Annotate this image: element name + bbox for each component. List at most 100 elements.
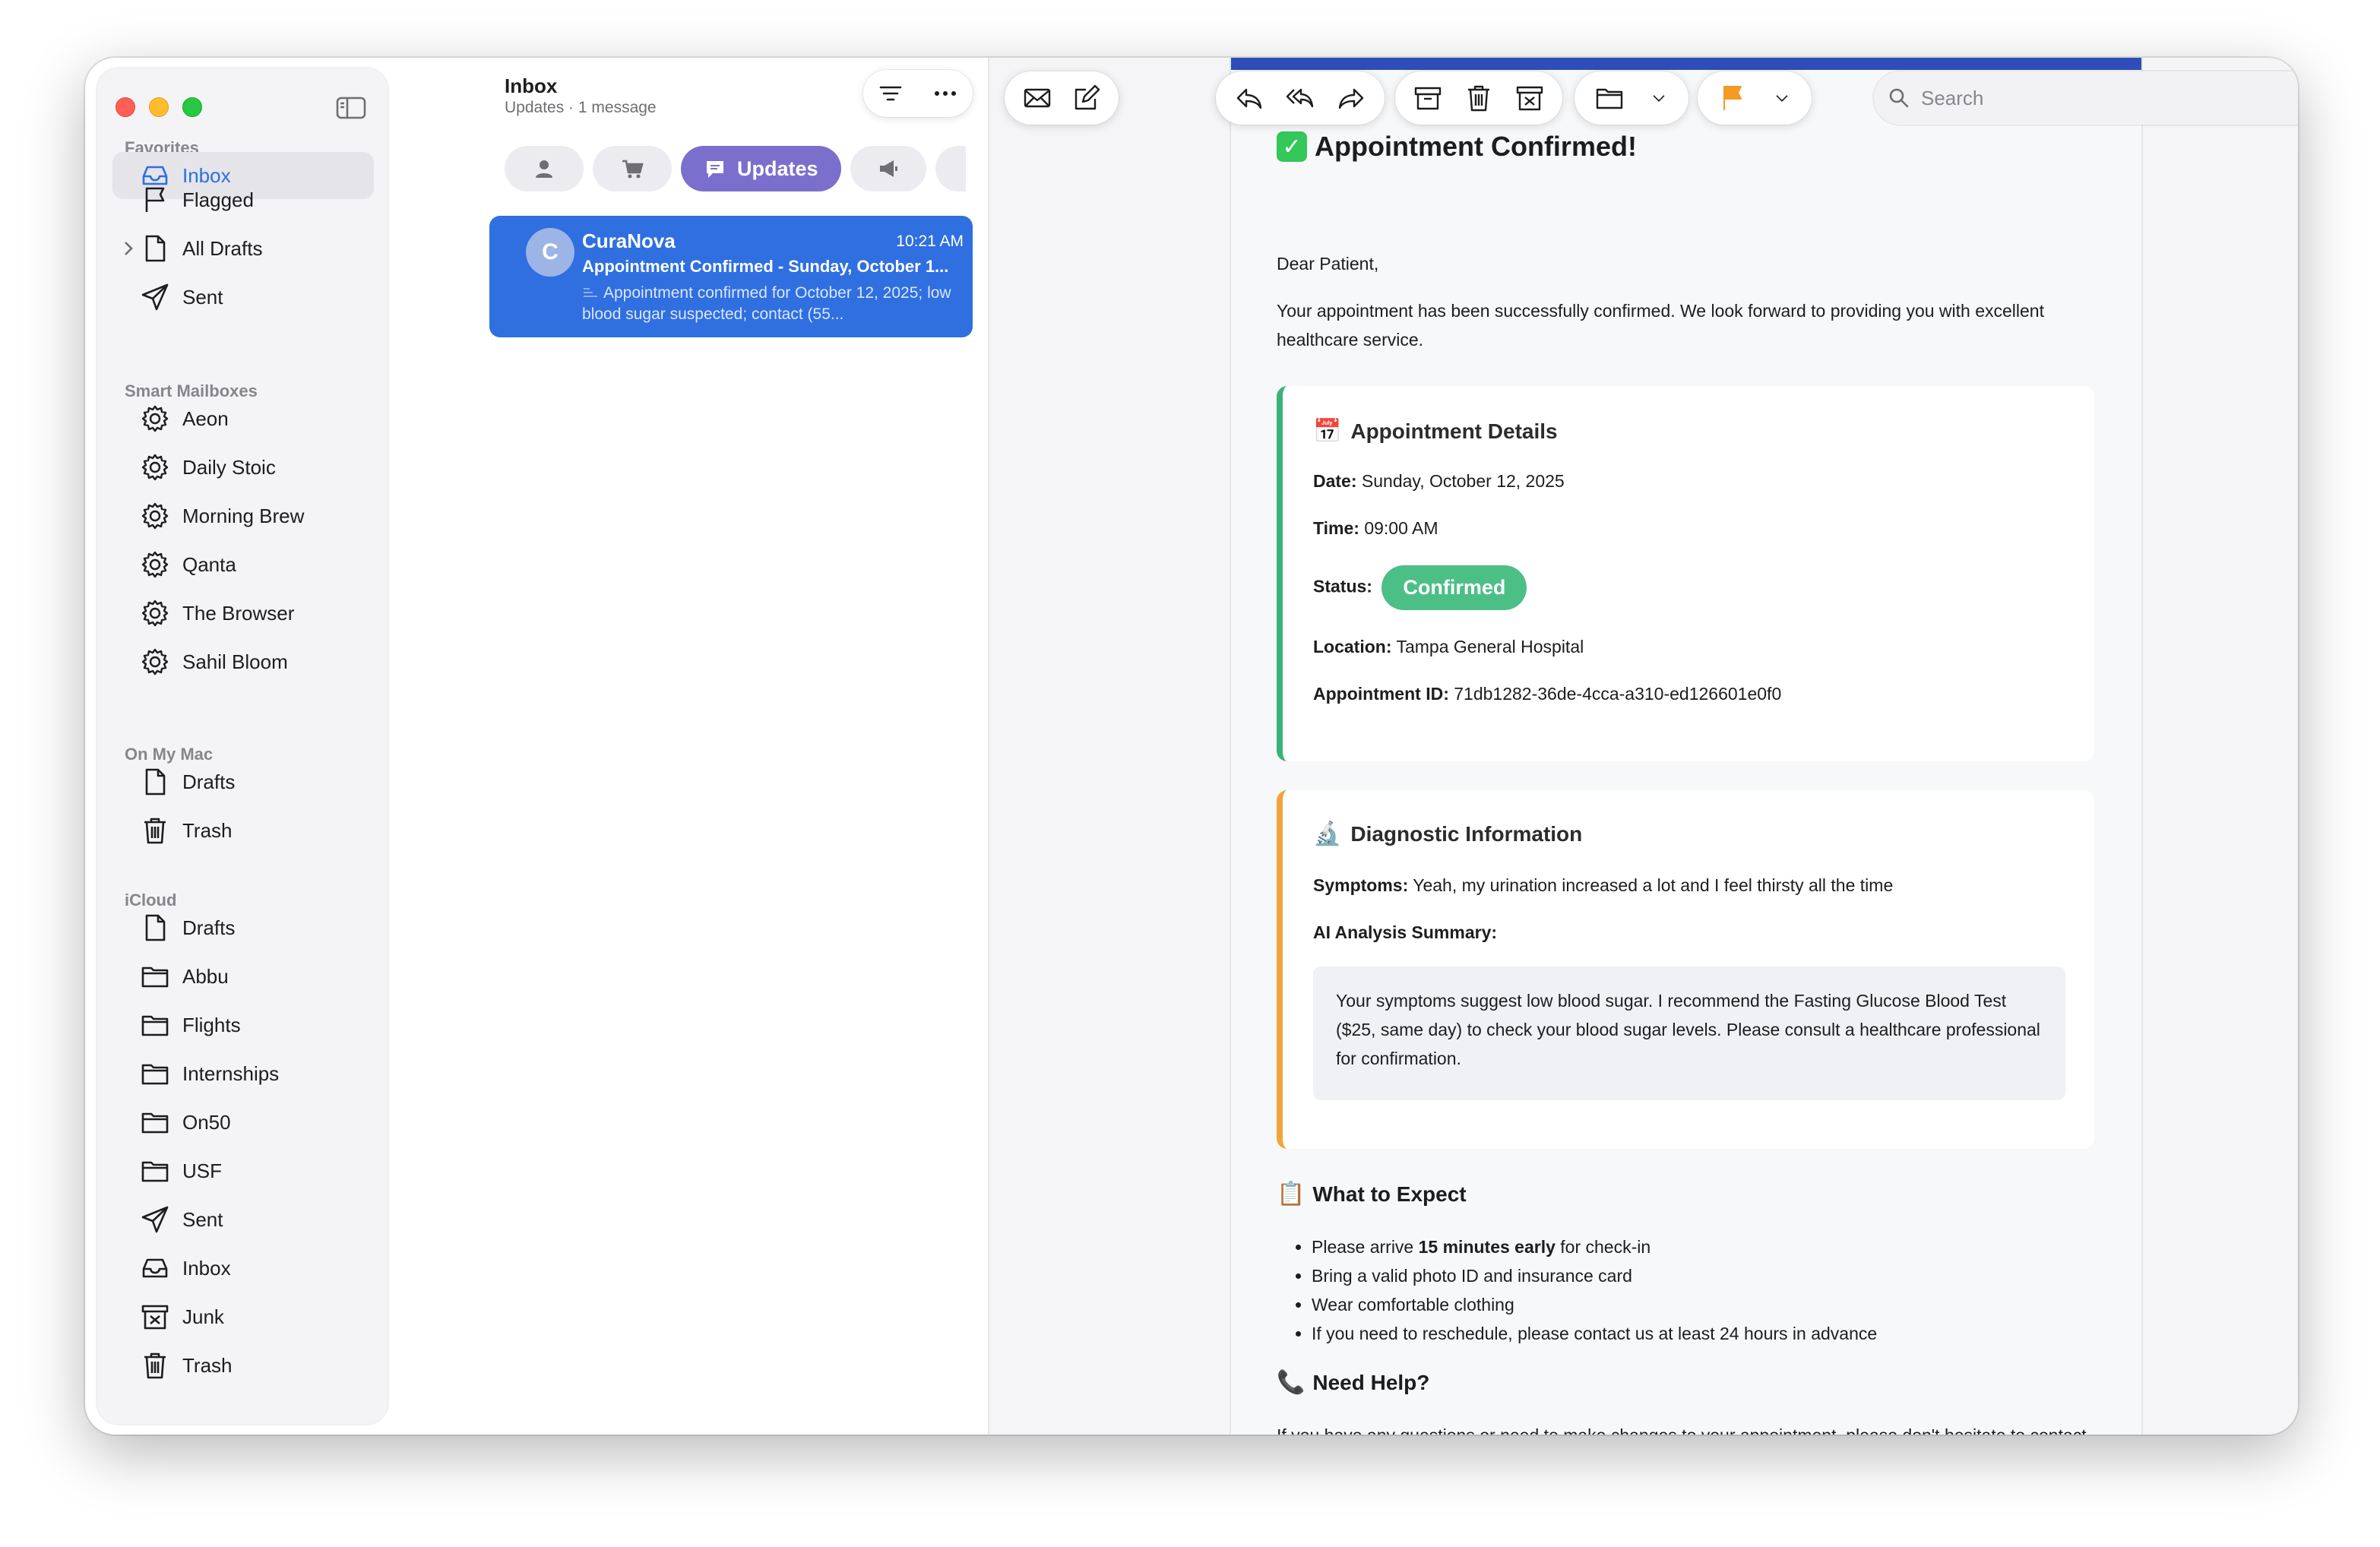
category-transactions-tab[interactable] bbox=[593, 146, 672, 191]
appointment-details-card: 📅 Appointment Details Date: Sunday, Octo… bbox=[1277, 386, 2094, 761]
diagnostic-symptoms: Symptoms: Yeah, my urination increased a… bbox=[1313, 875, 1893, 896]
search-field[interactable] bbox=[1874, 71, 2298, 125]
cart-icon bbox=[622, 160, 644, 179]
detail-status: Status: Confirmed bbox=[1313, 565, 1527, 610]
chevron-down-icon[interactable] bbox=[1773, 89, 1791, 107]
sidebar-item-qanta[interactable]: Qanta bbox=[112, 541, 374, 588]
flag-icon[interactable] bbox=[1718, 84, 1747, 112]
minimize-window-button[interactable] bbox=[149, 97, 169, 117]
sidebar-item-abbu[interactable]: Abbu bbox=[112, 953, 374, 1000]
symptoms-value: Yeah, my urination increased a lot and I… bbox=[1413, 875, 1894, 895]
sidebar-item-mac-drafts[interactable]: Drafts bbox=[112, 758, 374, 805]
clipboard-icon: 📋 bbox=[1277, 1181, 1306, 1207]
category-updates-tab[interactable]: Updates bbox=[681, 146, 841, 191]
diagnostic-info-card: 🔬 Diagnostic Information Symptoms: Yeah,… bbox=[1277, 790, 2094, 1149]
sidebar-item-icloud-trash[interactable]: Trash bbox=[112, 1342, 374, 1389]
message-list-pane: Inbox Updates · 1 message Updates C Cura… bbox=[389, 58, 989, 1435]
reading-pane: ✓ Appointment Confirmed! Dear Patient, Y… bbox=[989, 58, 2298, 1435]
close-window-button[interactable] bbox=[116, 97, 135, 117]
status-badge: Confirmed bbox=[1381, 565, 1527, 610]
sidebar-item-label: Sahil Bloom bbox=[182, 650, 288, 673]
help-text: If you have any questions or need to mak… bbox=[1277, 1421, 2097, 1435]
sidebar-item-icloud-drafts[interactable]: Drafts bbox=[112, 904, 374, 951]
mailbox-subtitle: Updates · 1 message bbox=[505, 99, 657, 116]
flag-icon bbox=[140, 185, 170, 215]
detail-date-value: Sunday, October 12, 2025 bbox=[1361, 471, 1565, 491]
sidebar-item-morning-brew[interactable]: Morning Brew bbox=[112, 492, 374, 539]
expect-heading-text: What to Expect bbox=[1312, 1182, 1467, 1206]
sidebar-item-mac-trash[interactable]: Trash bbox=[112, 807, 374, 854]
diagnostic-heading-text: Diagnostic Information bbox=[1350, 821, 1583, 846]
chevron-down-icon[interactable] bbox=[1650, 89, 1668, 107]
sidebar-item-label: Abbu bbox=[182, 964, 229, 988]
person-icon bbox=[536, 160, 552, 178]
archive-icon[interactable] bbox=[1413, 84, 1442, 112]
junk-icon[interactable] bbox=[1515, 84, 1544, 112]
sidebar-item-on50[interactable]: On50 bbox=[112, 1099, 374, 1146]
sidebar-item-all-drafts[interactable]: All Drafts bbox=[112, 225, 374, 272]
detail-location: Location: Tampa General Hospital bbox=[1313, 637, 1584, 657]
sidebar-item-internships[interactable]: Internships bbox=[112, 1050, 374, 1097]
gear-icon bbox=[140, 598, 170, 628]
detail-time-label: Time: bbox=[1313, 518, 1359, 538]
more-icon[interactable] bbox=[932, 80, 959, 107]
check-mark-icon: ✓ bbox=[1277, 131, 1307, 162]
sidebar-item-aeon[interactable]: Aeon bbox=[112, 395, 374, 442]
sidebar-item-label: Aeon bbox=[182, 407, 229, 430]
forward-icon[interactable] bbox=[1337, 84, 1366, 112]
list-item: If you need to reschedule, please contac… bbox=[1312, 1319, 2052, 1348]
sidebar-item-label: Trash bbox=[182, 818, 233, 842]
compose-icon[interactable] bbox=[1072, 84, 1101, 112]
compose-toolbar bbox=[1005, 71, 1119, 125]
detail-date: Date: Sunday, October 12, 2025 bbox=[1313, 471, 1565, 492]
sidebar-item-label: On50 bbox=[182, 1110, 231, 1134]
filter-icon[interactable] bbox=[877, 80, 904, 107]
sidebar-item-flagged[interactable]: Flagged bbox=[112, 176, 374, 223]
sidebar-item-label: Drafts bbox=[182, 770, 236, 793]
chat-bubble-icon bbox=[707, 161, 723, 178]
details-heading-text: Appointment Details bbox=[1350, 419, 1558, 443]
expect-heading: 📋 What to Expect bbox=[1277, 1181, 1467, 1207]
sidebar-item-label: Flights bbox=[182, 1013, 241, 1036]
search-icon bbox=[1889, 88, 1909, 108]
message-preview-text: Appointment confirmed for October 12, 20… bbox=[582, 284, 951, 323]
sidebar-item-sent[interactable]: Sent bbox=[112, 274, 374, 321]
sidebar-item-sahil-bloom[interactable]: Sahil Bloom bbox=[112, 638, 374, 685]
sidebar-item-junk[interactable]: Junk bbox=[112, 1293, 374, 1340]
detail-time: Time: 09:00 AM bbox=[1313, 518, 1438, 539]
junk-icon bbox=[140, 1302, 170, 1332]
category-more-tab[interactable] bbox=[935, 146, 966, 191]
sidebar-item-label: Daily Stoic bbox=[182, 455, 276, 479]
ai-summary-box: Your symptoms suggest low blood sugar. I… bbox=[1313, 966, 2065, 1100]
email-title: ✓ Appointment Confirmed! bbox=[1277, 131, 2097, 163]
sidebar-item-label: Sent bbox=[182, 1207, 223, 1231]
category-primary-tab[interactable] bbox=[505, 146, 584, 191]
ai-summary-label-text: AI Analysis Summary: bbox=[1313, 922, 1498, 942]
sidebar-item-the-browser[interactable]: The Browser bbox=[112, 590, 374, 637]
window-controls bbox=[116, 97, 202, 117]
email-greeting: Dear Patient, bbox=[1277, 254, 1379, 274]
email-body: ✓ Appointment Confirmed! Dear Patient, Y… bbox=[1230, 58, 2143, 1435]
envelope-icon[interactable] bbox=[1023, 84, 1052, 112]
sidebar-item-usf[interactable]: USF bbox=[112, 1147, 374, 1194]
detail-appointment-id: Appointment ID: 71db1282-36de-4cca-a310-… bbox=[1313, 684, 1781, 704]
sidebar-toggle-icon[interactable] bbox=[336, 96, 366, 120]
reply-icon[interactable] bbox=[1235, 84, 1264, 112]
sidebar-item-icloud-inbox[interactable]: Inbox bbox=[112, 1245, 374, 1292]
detail-id-value: 71db1282-36de-4cca-a310-ed126601e0f0 bbox=[1454, 684, 1782, 704]
search-input[interactable] bbox=[1921, 86, 2298, 110]
sidebar-item-icloud-sent[interactable]: Sent bbox=[112, 1196, 374, 1243]
list-item: Please arrive 15 minutes early for check… bbox=[1312, 1232, 2052, 1261]
folder-icon[interactable] bbox=[1595, 84, 1624, 112]
chevron-right-icon[interactable] bbox=[122, 239, 135, 258]
expect-item1-post: for check-in bbox=[1555, 1237, 1651, 1257]
sidebar-item-daily-stoic[interactable]: Daily Stoic bbox=[112, 444, 374, 491]
trash-icon[interactable] bbox=[1464, 84, 1493, 112]
email-header-band bbox=[1231, 58, 2141, 70]
sidebar-item-flights[interactable]: Flights bbox=[112, 1001, 374, 1049]
category-promotions-tab[interactable] bbox=[850, 146, 926, 191]
diagnostic-heading: 🔬 Diagnostic Information bbox=[1313, 821, 1582, 847]
zoom-window-button[interactable] bbox=[182, 97, 202, 117]
message-row-selected[interactable]: C CuraNova 10:21 AM Appointment Confirme… bbox=[489, 216, 973, 337]
reply-all-icon[interactable] bbox=[1286, 84, 1315, 112]
